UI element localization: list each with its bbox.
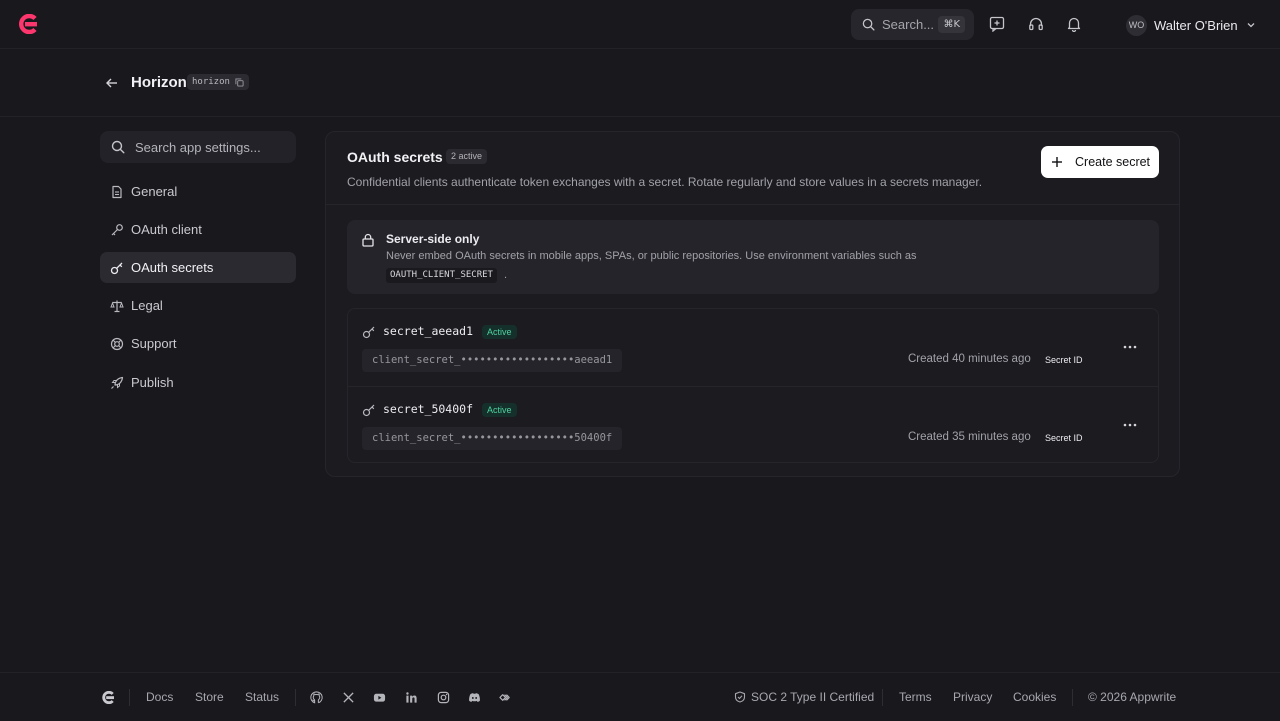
env-var-code: OAUTH_CLIENT_SECRET (386, 268, 497, 283)
instagram-icon[interactable] (437, 691, 450, 704)
card-header: OAuth secrets 2 active Confidential clie… (326, 132, 1179, 205)
divider (1072, 689, 1073, 706)
feedback-icon[interactable] (989, 16, 1005, 32)
sidebar-item-label: OAuth secrets (131, 260, 214, 275)
x-icon[interactable] (342, 691, 355, 704)
oauth-secrets-card: OAuth secrets 2 active Confidential clie… (325, 131, 1180, 477)
page-title: Horizon (131, 74, 187, 91)
secret-id-link[interactable]: Secret ID (1045, 355, 1083, 365)
masked-secret-value[interactable]: client_secret_••••••••••••••••••aeead1 (362, 349, 622, 372)
footer-link-privacy[interactable]: Privacy (953, 690, 992, 704)
appwrite-logo-icon[interactable] (100, 691, 115, 704)
secret-id-link[interactable]: Secret ID (1045, 433, 1083, 443)
section-description: Confidential clients authenticate token … (347, 175, 983, 189)
active-count-badge: 2 active (446, 149, 488, 164)
divider (882, 689, 883, 706)
secret-name: secret_50400f (383, 402, 474, 416)
shield-check-icon (734, 691, 746, 703)
footer: Docs Store Status SOC 2 Type II Certifie… (0, 672, 1280, 721)
key-round-icon (362, 404, 375, 417)
youtube-icon[interactable] (373, 691, 386, 704)
more-options-icon[interactable] (1120, 342, 1140, 352)
user-menu[interactable]: WO Walter O'Brien (1126, 13, 1256, 37)
user-name: Walter O'Brien (1154, 17, 1238, 33)
sidebar-item-label: General (131, 184, 178, 199)
plus-icon (1052, 157, 1062, 167)
alert-text: Never embed OAuth secrets in mobile apps… (386, 250, 917, 262)
project-slug: horizon (192, 77, 230, 87)
key-icon (111, 223, 123, 235)
discord-icon[interactable] (468, 691, 481, 704)
list-item: secret_50400f Active client_secret_•••••… (348, 386, 1158, 463)
search-icon (111, 140, 125, 154)
create-secret-button[interactable]: Create secret (1041, 146, 1159, 178)
daily-dev-icon[interactable] (499, 691, 512, 704)
sidebar-item-oauth-client[interactable]: OAuth client (100, 214, 296, 245)
divider (129, 689, 130, 706)
project-slug-badge[interactable]: horizon (187, 74, 249, 90)
server-side-alert: Server-side only Never embed OAuth secre… (347, 220, 1159, 294)
copy-icon[interactable] (235, 77, 244, 87)
chevron-down-icon (1247, 23, 1255, 28)
lifebuoy-icon (110, 337, 124, 350)
soc2-badge: SOC 2 Type II Certified (734, 690, 874, 704)
status-badge: Active (482, 403, 517, 417)
footer-link-terms[interactable]: Terms (899, 690, 932, 704)
github-icon[interactable] (310, 691, 323, 704)
sidebar-item-support[interactable]: Support (100, 328, 296, 359)
search-shortcut: ⌘K (938, 16, 965, 33)
key-round-icon (110, 262, 123, 274)
search-icon (862, 18, 875, 31)
page-header: Horizon horizon (0, 49, 1280, 117)
avatar: WO (1126, 14, 1147, 36)
search-label: Search... (882, 17, 935, 32)
top-bar: Search... ⌘K WO Walter O'Brien (0, 0, 1280, 49)
headset-icon[interactable] (1028, 16, 1044, 32)
settings-search-input[interactable] (135, 139, 285, 155)
sidebar-item-label: Publish (131, 375, 174, 390)
secrets-list: secret_aeead1 Active client_secret_•••••… (347, 308, 1159, 463)
rocket-icon (111, 376, 124, 389)
divider (295, 689, 296, 706)
alert-title: Server-side only (386, 232, 480, 246)
document-icon (112, 185, 122, 198)
sidebar-item-legal[interactable]: Legal (100, 290, 296, 321)
back-arrow-icon[interactable] (104, 75, 120, 91)
alert-text-end: . (504, 269, 508, 281)
more-options-icon[interactable] (1120, 420, 1140, 430)
linkedin-icon[interactable] (405, 691, 418, 704)
masked-secret-value[interactable]: client_secret_••••••••••••••••••50400f (362, 427, 622, 450)
soc2-label: SOC 2 Type II Certified (751, 690, 875, 704)
key-round-icon (362, 326, 375, 339)
footer-link-cookies[interactable]: Cookies (1013, 690, 1056, 704)
sidebar-item-label: Support (131, 336, 177, 351)
copyright: © 2026 Appwrite (1088, 690, 1177, 704)
lock-icon (362, 233, 374, 247)
global-search-button[interactable]: Search... ⌘K (851, 9, 974, 40)
footer-link-docs[interactable]: Docs (146, 690, 173, 704)
footer-link-status[interactable]: Status (245, 690, 279, 704)
footer-link-store[interactable]: Store (195, 690, 224, 704)
sidebar-item-publish[interactable]: Publish (100, 367, 296, 398)
sidebar-item-general[interactable]: General (100, 176, 296, 207)
list-item: secret_aeead1 Active client_secret_•••••… (348, 309, 1158, 386)
secret-name: secret_aeead1 (383, 324, 474, 338)
sidebar-item-oauth-secrets[interactable]: OAuth secrets (100, 252, 296, 283)
created-time: Created 40 minutes ago (908, 353, 1031, 365)
bell-icon[interactable] (1066, 16, 1082, 32)
appwrite-logo-icon[interactable] (16, 14, 38, 34)
sidebar-item-label: Legal (131, 298, 163, 313)
created-time: Created 35 minutes ago (908, 431, 1031, 443)
sidebar-item-label: OAuth client (131, 222, 202, 237)
create-secret-label: Create secret (1075, 155, 1151, 169)
section-title: OAuth secrets (347, 149, 443, 165)
status-badge: Active (482, 325, 517, 339)
settings-search-field[interactable] (100, 131, 296, 163)
scale-icon (110, 300, 124, 312)
